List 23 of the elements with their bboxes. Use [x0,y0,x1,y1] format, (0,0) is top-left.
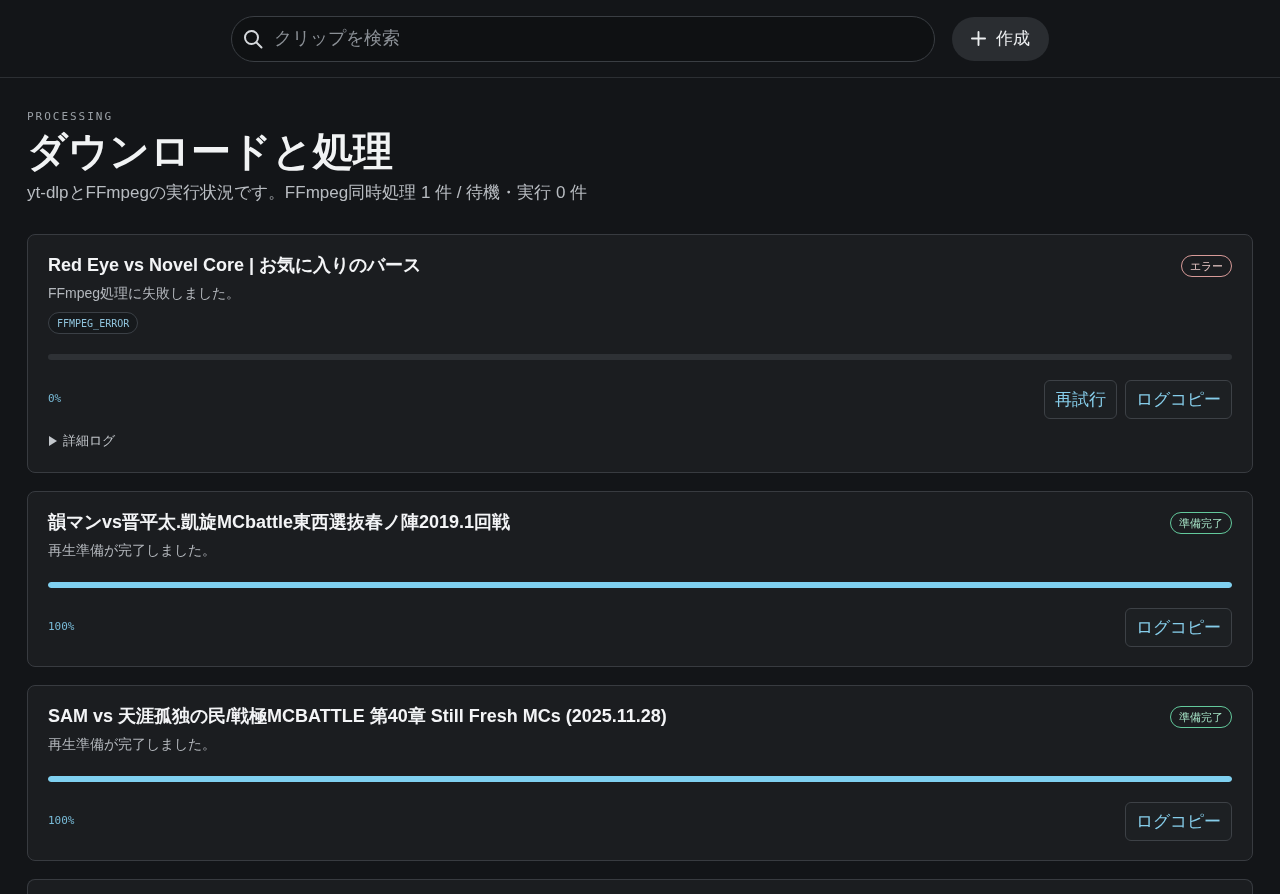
page-title: ダウンロードと処理 [27,128,394,175]
progress-percent: 100% [48,813,75,830]
plus-icon [971,31,986,46]
details-toggle[interactable]: 詳細ログ [48,431,115,451]
action-button[interactable]: ログコピー [1125,608,1232,647]
section-eyebrow: PROCESSING [27,109,115,125]
triangle-icon [48,436,58,446]
search-icon [243,28,263,49]
job-title: Red Eye vs Novel Core | お気に入りのバース [48,254,422,277]
create-button[interactable]: 作成 [952,16,1049,61]
action-button[interactable]: 再試行 [1044,380,1117,419]
job-title: SAM vs 天涯孤独の民/戦極MCBATTLE 第40章 Still Fresh MCs (2025.11.28) [48,705,667,728]
action-button[interactable]: ログコピー [1125,380,1232,419]
job-message: 再生準備が完了しました。 [48,735,217,754]
action-button[interactable]: ログコピー [1125,802,1232,841]
progress-percent: 100% [48,619,75,636]
error-code-tag: FFMPEG_ERROR [48,312,139,334]
job-message: 再生準備が完了しました。 [48,541,217,560]
job-title: 韻マンvs晋平太.凱旋MCbattle東西選抜春ノ陣2019.1回戦 [48,511,511,534]
search-field[interactable]: クリップを検索 [231,15,935,62]
job-message: FFmpeg処理に失敗しました。 [48,284,242,303]
page-subtitle: yt-dlpとFFmpegの実行状況です。FFmpeg同時処理 1 件 / 待機・実行 0 件 [27,182,589,204]
progress-percent: 0% [48,391,62,408]
